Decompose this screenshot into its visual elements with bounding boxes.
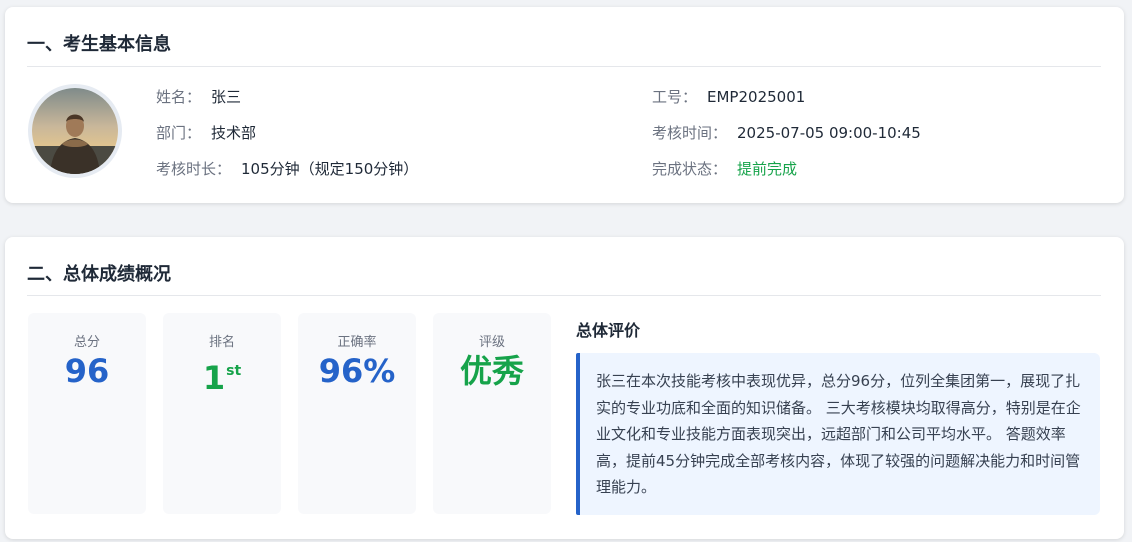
stat-label: 正确率 [337, 335, 377, 350]
duration-row: 考核时长： 105分钟（规定150分钟） [156, 159, 418, 179]
duration-label: 考核时长： [156, 160, 232, 178]
avatar [28, 84, 122, 178]
dept-value: 技术部 [211, 124, 257, 142]
stat-label: 排名 [208, 335, 235, 350]
basic-info-title: 一、考生基本信息 [27, 34, 171, 55]
basic-info-card: 一、考生基本信息 姓名： 张三 部门： 技术部 考核时长： 105分钟（规定15… [5, 7, 1124, 203]
time-value: 2025-07-05 09:00-10:45 [737, 124, 921, 142]
name-value: 张三 [211, 88, 242, 106]
stat-label: 总分 [73, 335, 100, 350]
name-label: 姓名： [156, 88, 202, 106]
stat-label: 评级 [478, 335, 505, 350]
divider [27, 295, 1101, 296]
stat-value: 96% [318, 352, 396, 390]
stat-value: 优秀 [459, 352, 524, 390]
evaluation-title: 总体评价 [576, 321, 641, 340]
status-row: 完成状态： 提前完成 [652, 159, 797, 179]
overview-card: 二、总体成绩概况 总分 96 排名 1st 正确率 96% 评级 优秀 总体评价… [5, 237, 1124, 539]
evaluation-text: 张三在本次技能考核中表现优异，总分96分，位列全集团第一，展现了扎实的专业功底和… [576, 353, 1100, 515]
overview-title: 二、总体成绩概况 [27, 264, 171, 285]
stat-value: 96 [64, 352, 110, 390]
rank-number: 1 [202, 359, 226, 397]
status-badge: 提前完成 [737, 160, 798, 178]
stat-grade: 评级 优秀 [433, 313, 551, 514]
id-value: EMP2025001 [707, 88, 806, 106]
name-row: 姓名： 张三 [156, 87, 241, 107]
rank-suffix: st [226, 363, 242, 379]
duration-value: 105分钟（规定150分钟） [241, 160, 419, 178]
stat-value: 1st [163, 351, 281, 398]
stat-accuracy: 正确率 96% [298, 313, 416, 514]
id-row: 工号： EMP2025001 [652, 87, 805, 107]
avatar-photo-icon [32, 88, 118, 174]
status-label: 完成状态： [652, 160, 728, 178]
stat-total-score: 总分 96 [28, 313, 146, 514]
divider [27, 66, 1101, 67]
id-label: 工号： [652, 88, 698, 106]
time-row: 考核时间： 2025-07-05 09:00-10:45 [652, 123, 921, 143]
dept-label: 部门： [156, 124, 202, 142]
time-label: 考核时间： [652, 124, 728, 142]
dept-row: 部门： 技术部 [156, 123, 256, 143]
stat-rank: 排名 1st [163, 313, 281, 514]
